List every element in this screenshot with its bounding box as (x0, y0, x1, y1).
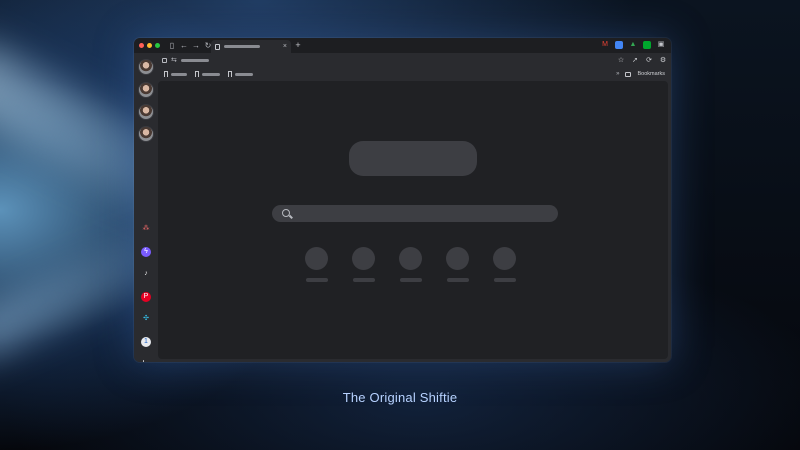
search-input[interactable] (272, 205, 558, 222)
onepassword-icon[interactable]: 1 (141, 337, 151, 347)
maximize-window-button[interactable] (155, 43, 160, 48)
page-icon (215, 43, 220, 50)
sidebar-toggle-icon[interactable]: ▯ (166, 38, 178, 53)
caption-text: The Original Shiftie (342, 390, 458, 405)
logo-placeholder (349, 141, 477, 176)
shortcut-tile[interactable] (352, 247, 376, 282)
shortcut-tile[interactable] (493, 247, 517, 282)
forward-icon[interactable]: → (190, 38, 202, 53)
shortcut-icon-placeholder (352, 247, 375, 270)
shortcut-label-placeholder (447, 278, 469, 282)
shortcut-tile[interactable] (399, 247, 423, 282)
bookmark-icon (228, 71, 232, 77)
tab-strip: ▯ ← → ↻ × + M ▲ ▣ (134, 38, 671, 53)
settings-icon[interactable]: ⚙ (659, 56, 667, 64)
shortcut-label-placeholder (400, 278, 422, 282)
avatar[interactable] (138, 126, 154, 142)
rocket-icon[interactable]: ➚ (631, 56, 639, 64)
new-tab-button[interactable]: + (293, 38, 303, 53)
calendar-icon[interactable] (615, 41, 623, 49)
slack-icon[interactable]: ✣ (141, 314, 151, 324)
sidebar: ⁂ ϟ ♪ P ✣ 1 + (134, 53, 158, 362)
new-tab-page (158, 81, 668, 359)
bookmark-item[interactable] (228, 71, 253, 77)
bookmark-icon (195, 71, 199, 77)
avatar[interactable] (138, 59, 154, 75)
add-app-icon[interactable]: + (140, 357, 147, 362)
pinterest-icon[interactable]: P (141, 292, 151, 302)
folder-icon (625, 71, 632, 77)
site-settings-icon[interactable]: ⇆ (171, 56, 177, 64)
bookmark-label-placeholder (235, 72, 253, 76)
browser-window: ▯ ← → ↻ × + M ▲ ▣ ⁂ ϟ ♪ P ✣ 1 + ⇆ (134, 38, 671, 362)
address-bar[interactable]: ⇆ ☆ ➚ ⟳ ⚙ (158, 53, 671, 67)
shortcut-icon-placeholder (446, 247, 469, 270)
bookmarks-folder[interactable]: » Bookmarks (616, 71, 665, 77)
star-icon[interactable]: ☆ (617, 56, 625, 64)
extensions-icon[interactable]: ▣ (657, 41, 665, 49)
more-bookmarks-icon[interactable]: » (616, 71, 619, 77)
evernote-icon[interactable] (643, 41, 651, 49)
extension-icons: M ▲ ▣ (601, 41, 665, 49)
asana-icon[interactable]: ⁂ (141, 224, 151, 234)
bookmark-label-placeholder (171, 72, 187, 76)
avatar[interactable] (138, 104, 154, 120)
bookmark-label-placeholder (202, 72, 220, 76)
bookmark-item[interactable] (164, 71, 187, 77)
bookmark-icon (164, 71, 168, 77)
shortcut-icon-placeholder (399, 247, 422, 270)
messenger-icon[interactable]: ϟ (141, 247, 151, 257)
bookmarks-folder-label: Bookmarks (637, 71, 665, 77)
tab-title-placeholder (224, 45, 260, 48)
url-placeholder[interactable] (180, 58, 209, 62)
search-icon (282, 209, 290, 217)
close-window-button[interactable] (139, 43, 144, 48)
gmail-icon[interactable]: M (601, 41, 609, 49)
shortcut-label-placeholder (353, 278, 375, 282)
address-actions: ☆ ➚ ⟳ ⚙ (617, 56, 667, 64)
window-controls (139, 43, 160, 48)
shortcut-tile[interactable] (446, 247, 470, 282)
back-icon[interactable]: ← (178, 38, 190, 53)
tab-close-icon[interactable]: × (283, 43, 287, 50)
bookmark-item[interactable] (195, 71, 220, 77)
minimize-window-button[interactable] (147, 43, 152, 48)
shortcut-tile[interactable] (305, 247, 329, 282)
avatar[interactable] (138, 82, 154, 98)
sync-icon[interactable]: ⟳ (645, 56, 653, 64)
tiktok-icon[interactable]: ♪ (141, 269, 151, 279)
lock-icon (162, 57, 167, 63)
shortcut-label-placeholder (306, 278, 328, 282)
shortcut-label-placeholder (494, 278, 516, 282)
drive-icon[interactable]: ▲ (629, 41, 637, 49)
shortcut-icon-placeholder (305, 247, 328, 270)
bookmarks-bar: » Bookmarks (158, 67, 671, 81)
shortcut-icon-placeholder (493, 247, 516, 270)
active-tab[interactable]: × (211, 40, 291, 53)
